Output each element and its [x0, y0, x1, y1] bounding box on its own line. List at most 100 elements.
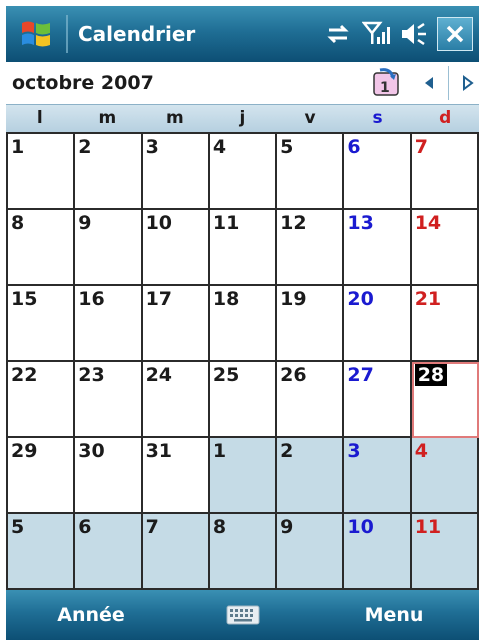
- day-cell[interactable]: 21: [411, 286, 479, 362]
- day-number: 27: [347, 364, 374, 386]
- title-separator: [66, 15, 68, 53]
- day-number: 25: [212, 364, 240, 386]
- day-cell[interactable]: 20: [344, 286, 412, 362]
- day-number: 7: [414, 136, 428, 158]
- calendar-window: Calendrier octobre 2007 1 l m m j v s d …: [0, 0, 485, 640]
- day-number: 2: [78, 136, 92, 158]
- weekday-header: l m m j v s d: [6, 104, 479, 132]
- day-number: 6: [347, 136, 361, 158]
- keyboard-icon: [226, 605, 259, 625]
- day-number: 3: [347, 440, 361, 462]
- day-cell[interactable]: 1: [8, 134, 76, 210]
- day-cell[interactable]: 10: [142, 210, 210, 286]
- day-cell[interactable]: 24: [142, 362, 210, 438]
- day-cell[interactable]: 13: [344, 210, 412, 286]
- signal-icon[interactable]: [361, 19, 391, 49]
- day-cell[interactable]: 14: [411, 210, 479, 286]
- close-icon: [446, 25, 464, 43]
- day-cell[interactable]: 31: [142, 438, 210, 514]
- left-arrow-icon: [425, 77, 433, 89]
- day-cell-next-month[interactable]: 9: [277, 514, 345, 590]
- day-number: 24: [145, 364, 173, 386]
- day-cell[interactable]: 23: [75, 362, 143, 438]
- day-number: 5: [280, 136, 294, 158]
- day-cell[interactable]: 5: [277, 134, 345, 210]
- day-cell-next-month[interactable]: 2: [277, 438, 345, 514]
- day-cell-next-month[interactable]: 5: [8, 514, 76, 590]
- day-cell[interactable]: 26: [277, 362, 345, 438]
- day-cell-next-month[interactable]: 1: [209, 438, 278, 514]
- day-cell-next-month[interactable]: 4: [411, 438, 479, 514]
- day-number: 17: [145, 288, 173, 310]
- today-button[interactable]: 1: [368, 65, 404, 101]
- day-cell[interactable]: 19: [277, 286, 345, 362]
- day-cell[interactable]: 8: [8, 210, 76, 286]
- day-cell-today[interactable]: 28: [411, 362, 479, 438]
- day-number: 18: [212, 288, 240, 310]
- keyboard-button[interactable]: [176, 604, 309, 626]
- next-month-button[interactable]: [457, 68, 479, 98]
- day-cell[interactable]: 7: [411, 134, 479, 210]
- day-cell[interactable]: 25: [209, 362, 278, 438]
- today-icon: 1: [373, 68, 399, 96]
- day-cell[interactable]: 12: [277, 210, 345, 286]
- right-arrow-icon: [463, 75, 474, 91]
- day-cell-next-month[interactable]: 3: [344, 438, 412, 514]
- day-number: 3: [145, 136, 159, 158]
- app-title: Calendrier: [78, 22, 196, 46]
- arrow-separator: [448, 66, 449, 100]
- day-number: 14: [414, 212, 442, 234]
- day-cell[interactable]: 3: [142, 134, 210, 210]
- day-cell[interactable]: 15: [8, 286, 76, 362]
- weekday-saturday: s: [372, 108, 383, 128]
- day-cell-next-month[interactable]: 10: [344, 514, 412, 590]
- day-number: 13: [347, 212, 374, 234]
- day-number: 9: [78, 212, 92, 234]
- close-button[interactable]: [437, 17, 473, 51]
- day-number: 23: [78, 364, 105, 386]
- day-cell[interactable]: 22: [8, 362, 76, 438]
- day-number: 1: [11, 136, 25, 158]
- day-cell[interactable]: 6: [344, 134, 412, 210]
- day-cell-next-month[interactable]: 8: [209, 514, 278, 590]
- volume-icon[interactable]: [399, 19, 429, 49]
- weekday-wednesday: m: [166, 108, 184, 128]
- menu-softkey[interactable]: Menu: [309, 604, 479, 626]
- day-number: 7: [145, 516, 159, 538]
- softkey-bar: Année Menu: [6, 590, 479, 640]
- day-cell[interactable]: 29: [8, 438, 76, 514]
- day-cell-next-month[interactable]: 6: [75, 514, 143, 590]
- day-number: 31: [145, 440, 173, 462]
- weekday-thursday: j: [239, 108, 246, 128]
- year-softkey[interactable]: Année: [6, 604, 176, 626]
- weekday-sunday: d: [439, 108, 452, 128]
- day-number: 11: [212, 212, 240, 234]
- month-header: octobre 2007 1: [6, 62, 479, 104]
- day-cell[interactable]: 27: [344, 362, 412, 438]
- day-number: 8: [11, 212, 25, 234]
- sync-icon[interactable]: [323, 19, 353, 49]
- day-number: 6: [78, 516, 92, 538]
- previous-month-button[interactable]: [418, 68, 440, 98]
- day-cell[interactable]: 2: [75, 134, 143, 210]
- day-cell-next-month[interactable]: 11: [411, 514, 479, 590]
- windows-start-icon[interactable]: [12, 14, 60, 54]
- day-cell[interactable]: 17: [142, 286, 210, 362]
- day-cell[interactable]: 11: [209, 210, 278, 286]
- day-number: 10: [347, 516, 374, 538]
- month-grid: 1 2 3 4 5 6 7 8 9 10 11 12 13 14 15 16 1…: [6, 132, 479, 590]
- day-number: 9: [280, 516, 294, 538]
- day-number: 11: [414, 516, 442, 538]
- day-cell[interactable]: 9: [75, 210, 143, 286]
- day-number: 4: [414, 440, 428, 462]
- day-number: 30: [78, 440, 105, 462]
- day-cell[interactable]: 18: [209, 286, 278, 362]
- day-number: 26: [280, 364, 307, 386]
- day-number: 10: [145, 212, 173, 234]
- day-cell[interactable]: 30: [75, 438, 143, 514]
- svg-text:1: 1: [380, 80, 390, 96]
- day-cell[interactable]: 16: [75, 286, 143, 362]
- month-title: octobre 2007: [12, 72, 154, 94]
- day-cell[interactable]: 4: [209, 134, 278, 210]
- day-cell-next-month[interactable]: 7: [142, 514, 210, 590]
